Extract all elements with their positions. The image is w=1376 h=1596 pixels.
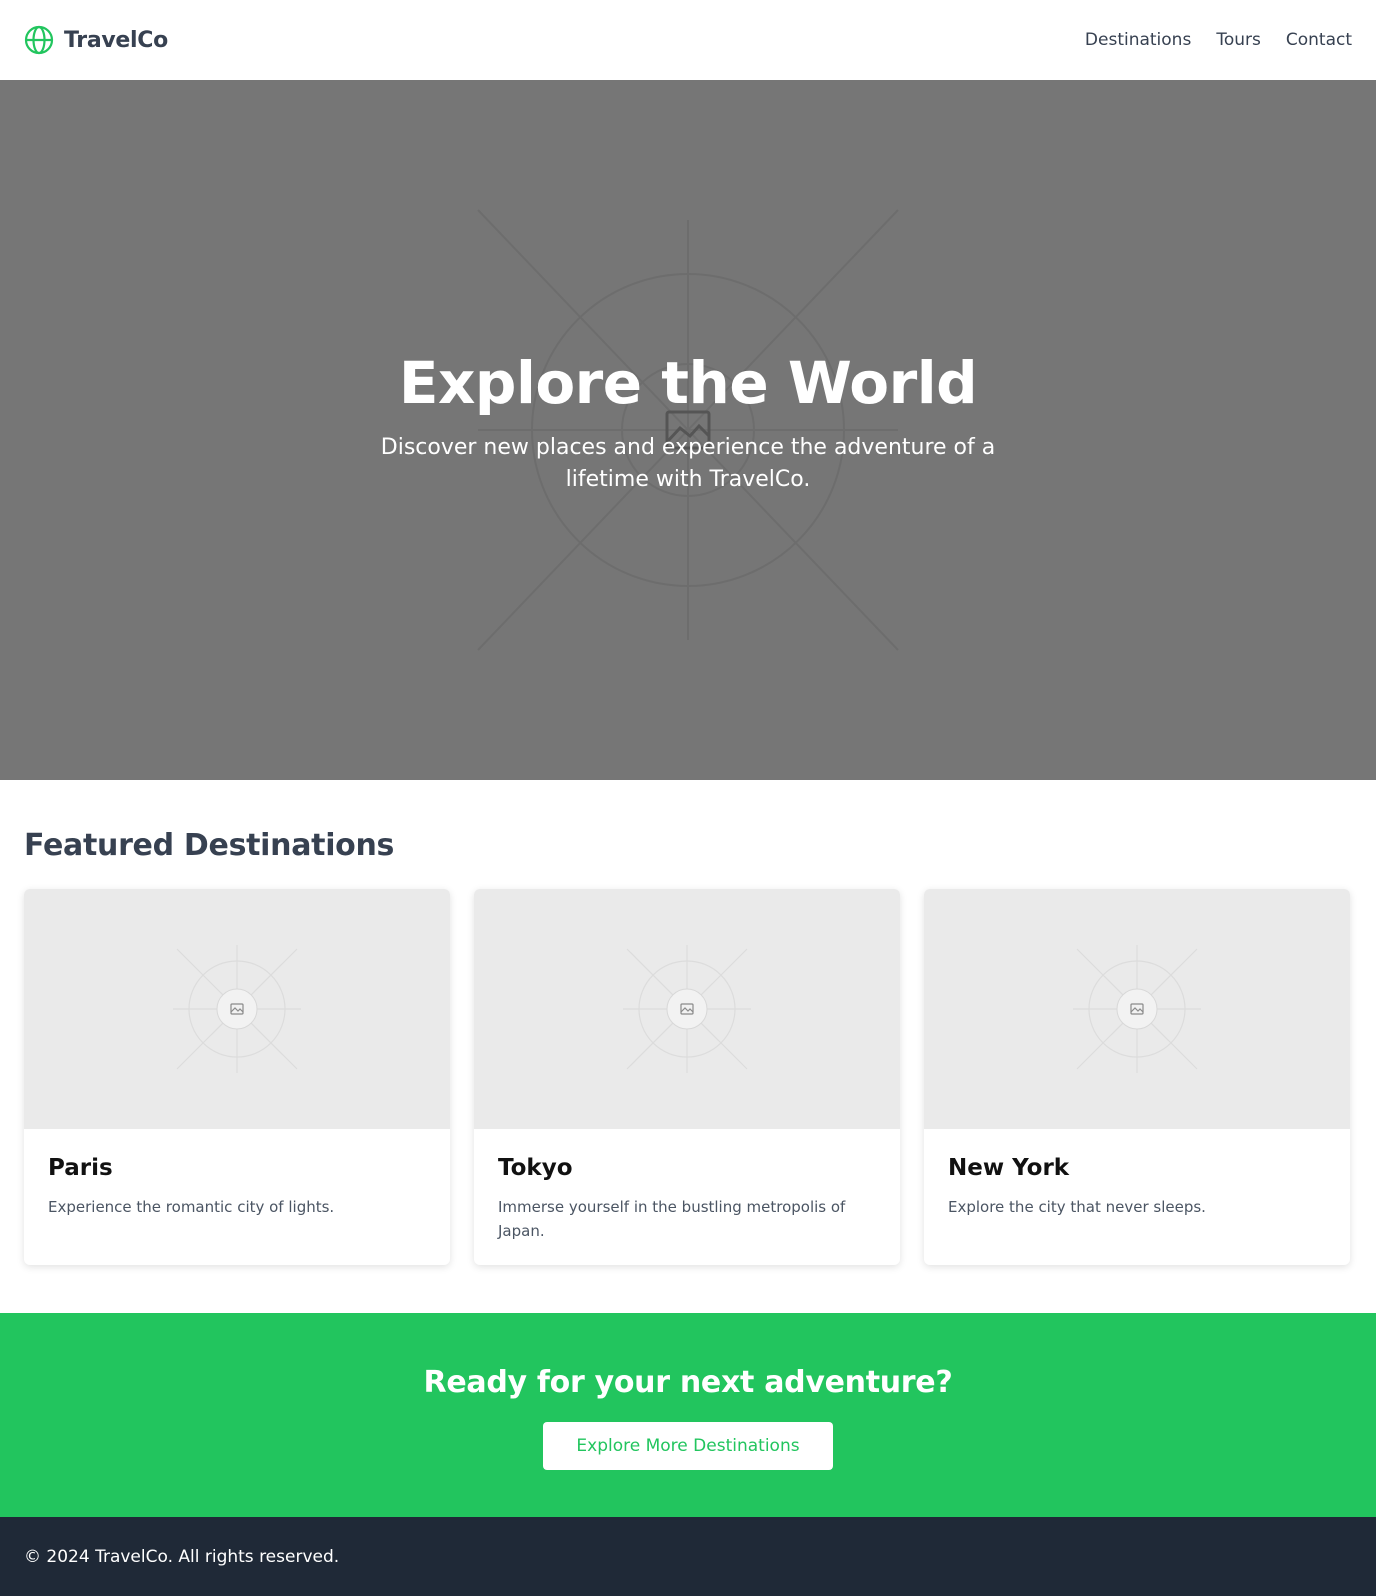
destination-cards: Paris Experience the romantic city of li…	[24, 889, 1352, 1265]
card-title: Tokyo	[498, 1155, 573, 1181]
copyright-text: © 2024 TravelCo. All rights reserved.	[24, 1547, 340, 1567]
image-placeholder-icon	[173, 945, 301, 1073]
site-header: TravelCo Destinations Tours Contact	[0, 0, 1376, 80]
hero-content: Explore the World Discover new places an…	[0, 354, 1376, 496]
nav-tours-link[interactable]: Tours	[1216, 30, 1261, 50]
card-title: Paris	[48, 1155, 113, 1181]
brand-logo[interactable]: TravelCo	[24, 25, 168, 55]
destination-card-new-york[interactable]: New York Explore the city that never sle…	[924, 889, 1350, 1265]
card-body: Tokyo Immerse yourself in the bustling m…	[474, 1129, 900, 1265]
site-footer: © 2024 TravelCo. All rights reserved.	[0, 1517, 1376, 1596]
globe-icon	[24, 25, 54, 55]
nav-contact-link[interactable]: Contact	[1286, 30, 1352, 50]
card-body: Paris Experience the romantic city of li…	[24, 1129, 450, 1243]
card-description: Explore the city that never sleeps.	[948, 1198, 1206, 1216]
cta-title: Ready for your next adventure?	[423, 1365, 953, 1400]
image-placeholder-icon	[623, 945, 751, 1073]
card-image	[474, 889, 900, 1129]
hero-subtitle: Discover new places and experience the a…	[380, 435, 996, 492]
card-description: Immerse yourself in the bustling metropo…	[498, 1198, 846, 1240]
card-image	[924, 889, 1350, 1129]
destination-card-paris[interactable]: Paris Experience the romantic city of li…	[24, 889, 450, 1265]
card-title: New York	[948, 1155, 1070, 1181]
featured-destinations-section: Featured Destinations Paris Experience t…	[0, 780, 1376, 1313]
destination-card-tokyo[interactable]: Tokyo Immerse yourself in the bustling m…	[474, 889, 900, 1265]
image-placeholder-icon	[1073, 945, 1201, 1073]
section-title: Featured Destinations	[24, 828, 395, 863]
explore-more-button[interactable]: Explore More Destinations	[543, 1422, 833, 1470]
nav-destinations-link[interactable]: Destinations	[1085, 30, 1191, 50]
card-image	[24, 889, 450, 1129]
card-body: New York Explore the city that never sle…	[924, 1129, 1350, 1243]
main-nav: Destinations Tours Contact	[1085, 30, 1352, 50]
hero-section: Explore the World Discover new places an…	[0, 80, 1376, 780]
hero-title: Explore the World	[398, 349, 978, 417]
brand-name: TravelCo	[64, 27, 168, 53]
cta-section: Ready for your next adventure? Explore M…	[0, 1313, 1376, 1517]
card-description: Experience the romantic city of lights.	[48, 1198, 335, 1216]
